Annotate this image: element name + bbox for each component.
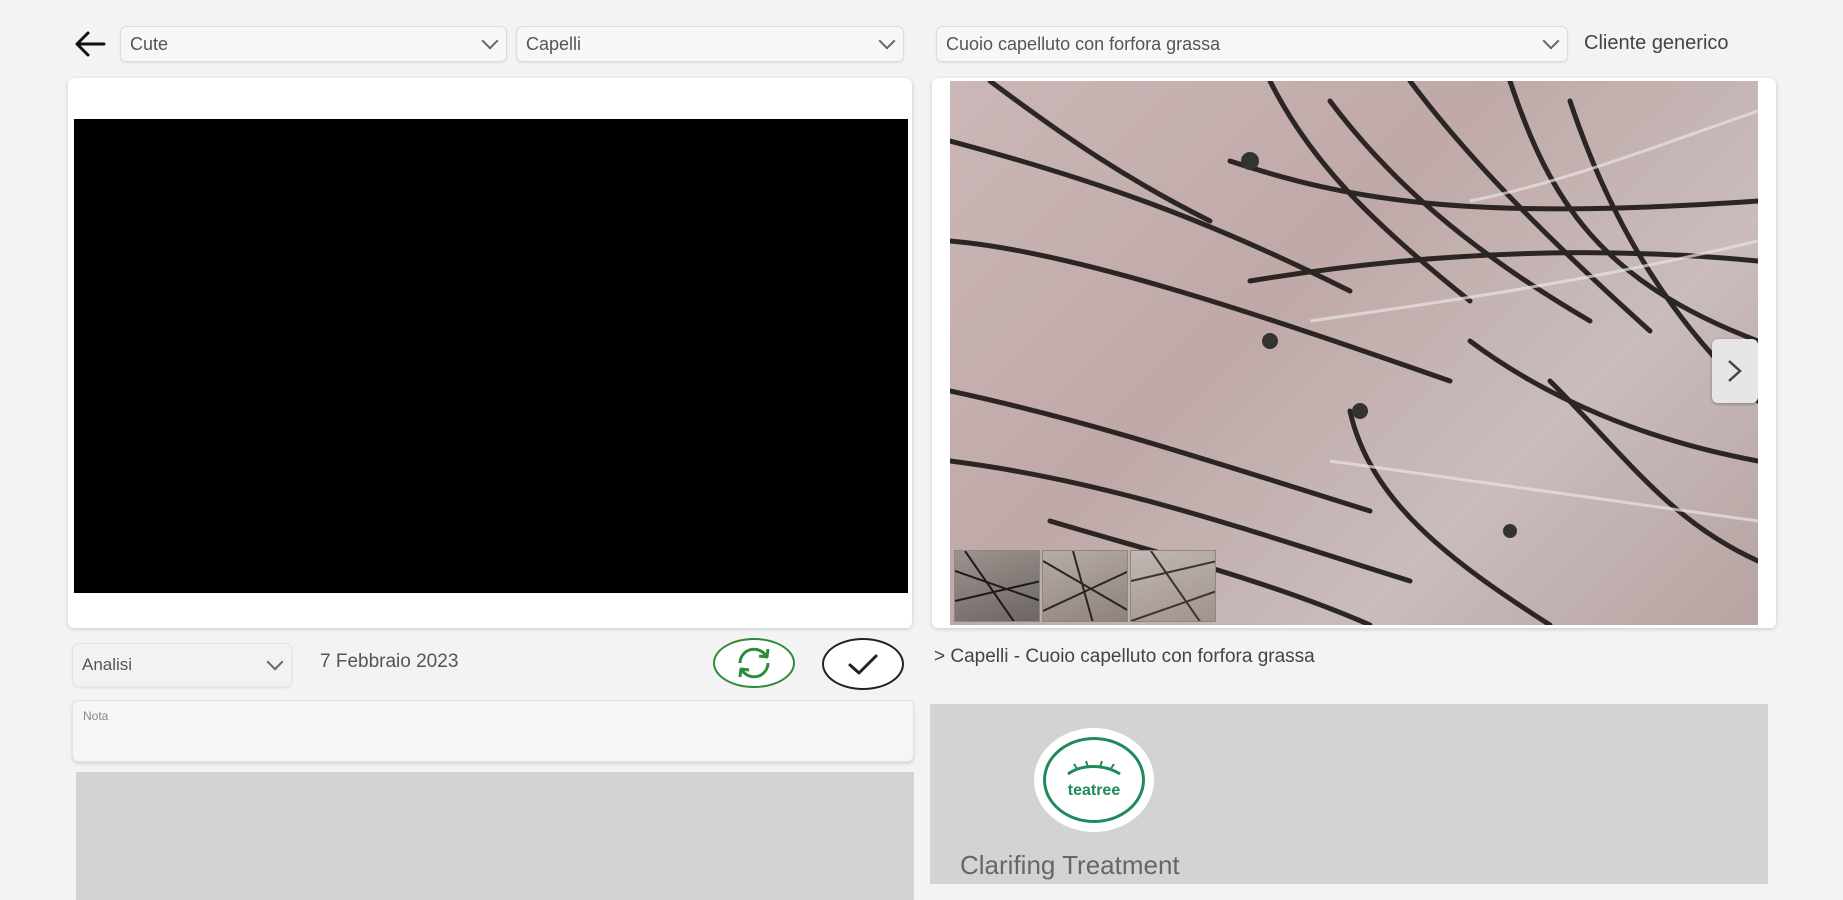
date-label: 7 Febbraio 2023 [320,651,459,672]
camera-card [68,78,912,628]
confirm-button[interactable] [822,638,904,690]
product-logo: teatree [1034,728,1154,832]
product-logo-text: teatree [1067,782,1121,799]
chevron-down-icon [481,32,499,50]
chevron-down-icon [878,32,896,50]
chevron-right-icon [1728,360,1742,382]
area-select-value: Cute [130,33,169,54]
back-button[interactable] [70,26,110,62]
scalp-image [950,81,1758,625]
note-label: Nota [83,709,109,723]
camera-feed [74,119,908,593]
type-select-value: Capelli [526,33,582,54]
thumbnail-2[interactable] [1042,550,1128,622]
refresh-icon [738,647,770,679]
area-select[interactable]: Cute [120,26,507,62]
check-icon [848,654,878,675]
analysis-select[interactable]: Analisi [72,643,292,687]
type-select[interactable]: Capelli [516,26,904,62]
next-image-button[interactable] [1712,339,1758,403]
breadcrumb: > Capelli - Cuoio capelluto con forfora … [934,646,1315,667]
product-panel[interactable]: teatree Clarifing Treatment [930,704,1768,884]
left-bottom-panel [76,772,914,900]
client-label[interactable]: Cliente generico [1584,32,1729,55]
note-field[interactable]: Nota [72,700,914,762]
refresh-button[interactable] [713,638,795,688]
thumbnail-1[interactable] [954,550,1040,622]
analysis-select-value: Analisi [82,655,133,674]
image-card [932,78,1776,628]
condition-select-value: Cuoio capelluto con forfora grassa [946,33,1221,54]
product-name: Clarifing Treatment [960,850,1180,880]
chevron-down-icon [1542,32,1560,50]
thumbnail-3[interactable] [1130,550,1216,622]
leaf-icon [1067,760,1121,776]
chevron-down-icon [266,653,284,671]
arrow-left-icon [75,31,106,57]
condition-select[interactable]: Cuoio capelluto con forfora grassa [936,26,1568,62]
